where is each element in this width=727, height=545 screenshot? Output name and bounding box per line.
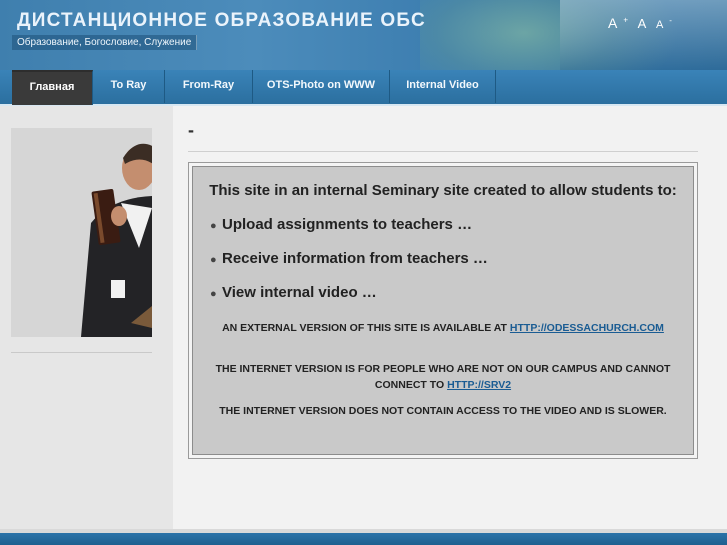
font-reset-button[interactable]: A <box>638 16 647 31</box>
nav-item-to-ray[interactable]: To Ray <box>93 70 165 103</box>
sidebar-photo <box>11 128 152 337</box>
font-size-tools: A + A A- <box>608 15 678 31</box>
header-light-decoration <box>560 0 727 70</box>
nav-item-home[interactable]: Главная <box>12 70 93 105</box>
sidebar <box>0 106 173 529</box>
person-with-bible-image <box>11 128 152 337</box>
font-decrease-button[interactable]: A- <box>656 16 672 31</box>
nav-item-internal-video[interactable]: Internal Video <box>390 70 496 103</box>
site-title[interactable]: ДИСТАНЦИОННОЕ ОБРАЗОВАНИЕ ОБС <box>17 10 426 32</box>
external-version-note: AN EXTERNAL VERSION OF THIS SITE IS AVAI… <box>222 322 664 334</box>
site-subtitle: Образование, Богословие, Служение <box>12 35 198 50</box>
list-item: ● Receive information from teachers … <box>210 248 488 282</box>
intro-text: This site in an internal Seminary site c… <box>209 182 677 199</box>
bullet-icon: ● <box>210 288 217 300</box>
content-panel: This site in an internal Seminary site c… <box>192 166 694 455</box>
feature-list: ● Upload assignments to teachers … ● Recei… <box>210 214 488 316</box>
no-video-note: THE INTERNET VERSION DOES NOT CONTAIN AC… <box>219 405 667 417</box>
external-site-link[interactable]: HTTP://ODESSACHURCH.COM <box>510 322 664 334</box>
nav-item-from-ray[interactable]: From-Ray <box>165 70 253 103</box>
page-title: - <box>188 120 194 140</box>
site-footer <box>0 533 727 545</box>
font-increase-button[interactable]: A + <box>608 15 628 31</box>
main-content: - This site in an internal Seminary site… <box>173 106 727 529</box>
internet-version-note: THE INTERNET VERSION IS FOR PEOPLE WHO A… <box>215 363 671 391</box>
list-item: ● View internal video … <box>210 282 488 316</box>
nav-item-ots-photo[interactable]: OTS-Photo on WWW <box>253 70 390 103</box>
srv2-link[interactable]: HTTP://SRV2 <box>447 379 511 391</box>
bullet-icon: ● <box>210 220 217 232</box>
site-header: ДИСТАНЦИОННОЕ ОБРАЗОВАНИЕ ОБС Образовани… <box>0 0 727 70</box>
title-divider <box>188 151 698 152</box>
list-item: ● Upload assignments to teachers … <box>210 214 488 248</box>
bullet-icon: ● <box>210 254 217 266</box>
sidebar-divider <box>11 352 152 353</box>
main-navigation: Главная To Ray From-Ray OTS-Photo on WWW… <box>0 70 727 106</box>
content-box: This site in an internal Seminary site c… <box>188 162 698 459</box>
